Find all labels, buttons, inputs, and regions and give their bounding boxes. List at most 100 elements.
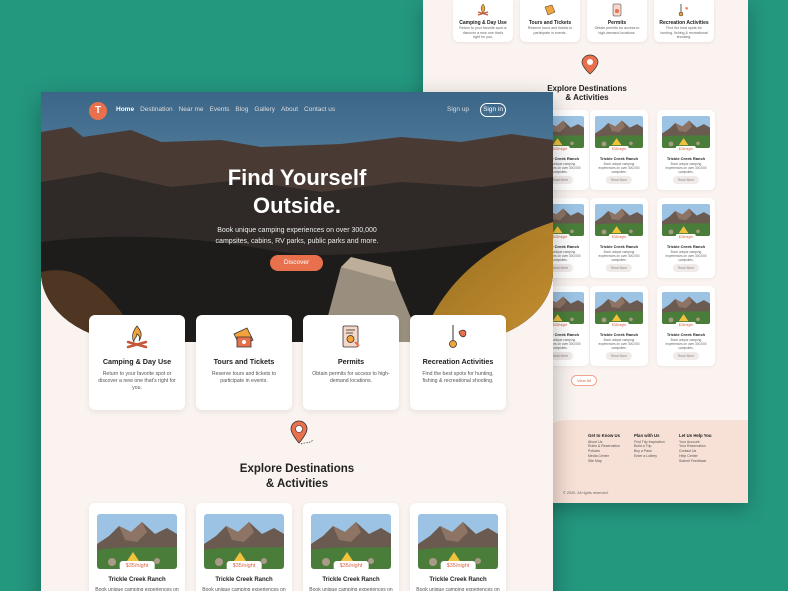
back-destination-card[interactable]: $35/night Trickle Creek Ranch Book uniqu… <box>657 286 715 366</box>
price-badge: $35/night <box>333 561 369 571</box>
feature-desc: Reserve tours and tickets to participate… <box>211 371 277 384</box>
footer-link[interactable]: Enter a Lottery <box>634 454 657 458</box>
destination-name: Trickle Creek Ranch <box>666 156 706 161</box>
back-feature-card-tours[interactable]: Tours and Tickets Reserve tours and tick… <box>520 0 580 42</box>
destination-photo <box>595 292 643 324</box>
permit-icon <box>342 325 360 348</box>
read-more-button[interactable]: Read More <box>605 264 633 272</box>
destination-photo <box>662 204 710 236</box>
nav-item-events[interactable]: Events <box>210 106 230 113</box>
view-all-button[interactable]: View All <box>571 375 597 386</box>
price-badge: $35/night <box>119 561 155 571</box>
feature-card-recreation[interactable]: Recreation Activities Find the best spot… <box>410 315 506 410</box>
footer-link[interactable]: Find Trip Inspiration <box>634 440 665 444</box>
back-destination-card[interactable]: $35/night Trickle Creek Ranch Book uniqu… <box>657 110 715 190</box>
back-section-title-line1: Explore Destinations <box>547 84 627 93</box>
destination-photo <box>595 116 643 148</box>
back-feature-desc: Reserve tours and tickets to participate… <box>527 26 573 35</box>
back-feature-card-camping[interactable]: Camping & Day Use Return to your favorit… <box>453 0 513 42</box>
footer-col-title: Get to Know Us <box>588 433 620 438</box>
back-destination-card[interactable]: $35/night Trickle Creek Ranch Book uniqu… <box>590 286 648 366</box>
back-feature-card-recreation[interactable]: Recreation Activities Find the best spot… <box>654 0 714 42</box>
feature-card-permits[interactable]: Permits Obtain permits for access to hig… <box>303 315 399 410</box>
destination-name: Trickle Creek Ranch <box>666 244 706 249</box>
nav-item-about[interactable]: About <box>281 106 298 113</box>
sign-in-button[interactable]: Sign in <box>480 103 506 117</box>
footer-link[interactable]: Help Center <box>679 454 698 458</box>
footer-link[interactable]: Build a Trip <box>634 444 652 448</box>
fishing-icon <box>678 4 688 17</box>
feature-desc: Find the best spots for hunting, fishing… <box>422 371 494 384</box>
footer-link[interactable]: Rules & Reservation <box>588 444 620 448</box>
back-footer: Get to Know Us About Us Rules & Reservat… <box>528 420 748 503</box>
price-badge: $35/night <box>226 561 262 571</box>
footer-link[interactable]: Policies <box>588 449 600 453</box>
destination-photo <box>662 116 710 148</box>
footer-link[interactable]: Site Map <box>588 459 602 463</box>
destination-desc: Book unique camping experiences on <box>95 587 179 591</box>
destination-name: Trickle Creek Ranch <box>599 332 639 337</box>
price-badge: $35/night <box>440 561 476 571</box>
footer-col-know-us: Get to Know Us About Us Rules & Reservat… <box>588 433 620 463</box>
back-feature-card-permits[interactable]: Permits Obtain permits for access to hig… <box>587 0 647 42</box>
ticket-icon <box>544 4 556 16</box>
price-badge: $35/night <box>675 234 697 240</box>
feature-card-camping[interactable]: Camping & Day Use Return to your favorit… <box>89 315 185 410</box>
footer-link[interactable]: Your Account <box>679 440 700 444</box>
price-badge: $35/night <box>608 322 630 328</box>
nav-item-blog[interactable]: Blog <box>235 106 248 113</box>
hero-title: Find Yourself Outside. <box>172 164 422 220</box>
discover-button[interactable]: Discover <box>270 255 323 271</box>
nav-item-near-me[interactable]: Near me <box>179 106 204 113</box>
brand-logo[interactable]: T <box>89 102 107 120</box>
destination-photo <box>595 204 643 236</box>
feature-title: Recreation Activities <box>422 357 494 366</box>
feature-card-tours[interactable]: Tours and Tickets Reserve tours and tick… <box>196 315 292 410</box>
footer-link[interactable]: Your Reservation <box>679 444 706 448</box>
read-more-button[interactable]: Read More <box>672 352 700 360</box>
destination-desc: Book unique camping experiences on over … <box>598 250 640 262</box>
destination-name: Trickle Creek Ranch <box>215 577 273 583</box>
read-more-button[interactable]: Read More <box>672 264 700 272</box>
back-location-pin-icon <box>581 54 599 75</box>
nav-item-home[interactable]: Home <box>116 106 134 113</box>
read-more-button[interactable]: Read More <box>605 176 633 184</box>
back-destination-card[interactable]: $35/night Trickle Creek Ranch Book uniqu… <box>590 110 648 190</box>
footer-link[interactable]: Media Center <box>588 454 609 458</box>
feature-title: Camping & Day Use <box>102 357 172 366</box>
destination-card[interactable]: $35/night Trickle Creek Ranch Book uniqu… <box>196 503 292 591</box>
destination-desc: Book unique camping experiences on over … <box>598 338 640 350</box>
footer-link[interactable]: About Us <box>588 440 602 444</box>
section-title-line1: Explore Destinations <box>239 463 355 475</box>
back-section-title-line2: & Activities <box>565 93 609 102</box>
destination-desc: Book unique camping experiences on over … <box>665 338 707 350</box>
footer-link[interactable]: Contact Us <box>679 449 696 453</box>
destination-card[interactable]: $35/night Trickle Creek Ranch Book uniqu… <box>303 503 399 591</box>
hero-subtitle: Book unique camping experiences on over … <box>215 227 379 245</box>
destination-name: Trickle Creek Ranch <box>599 244 639 249</box>
sign-up-link[interactable]: Sign up <box>447 106 469 113</box>
feature-desc: Return to your favorite spot or discover… <box>98 371 176 391</box>
nav-item-gallery[interactable]: Gallery <box>254 106 275 113</box>
footer-link[interactable]: Submit Feedback <box>679 459 706 463</box>
price-badge: $35/night <box>608 234 630 240</box>
back-destination-card[interactable]: $35/night Trickle Creek Ranch Book uniqu… <box>590 198 648 278</box>
hero-title-line1: Find Yourself <box>227 165 367 190</box>
back-destination-card[interactable]: $35/night Trickle Creek Ranch Book uniqu… <box>657 198 715 278</box>
feature-desc: Obtain permits for access to high-demand… <box>312 371 390 384</box>
copyright-text: © 2020. All rights reserved. <box>563 491 609 495</box>
fishing-icon <box>449 325 467 348</box>
read-more-button[interactable]: Read More <box>605 352 633 360</box>
destination-card[interactable]: $35/night Trickle Creek Ranch Book uniqu… <box>89 503 185 591</box>
destination-name: Trickle Creek Ranch <box>108 577 166 583</box>
destination-card[interactable]: $35/night Trickle Creek Ranch Book uniqu… <box>410 503 506 591</box>
footer-col-plan: Plan with Us Find Trip Inspiration Build… <box>634 433 665 459</box>
nav-item-contact[interactable]: Contact us <box>304 106 335 113</box>
nav-item-destination[interactable]: Destination <box>140 106 173 113</box>
back-feature-desc: Obtain permits for access to high-demand… <box>594 26 640 35</box>
feature-title: Permits <box>337 357 365 366</box>
footer-link[interactable]: Buy a Pass <box>634 449 652 453</box>
feature-title: Tours and Tickets <box>213 357 275 366</box>
read-more-button[interactable]: Read More <box>672 176 700 184</box>
ticket-icon <box>233 327 254 348</box>
